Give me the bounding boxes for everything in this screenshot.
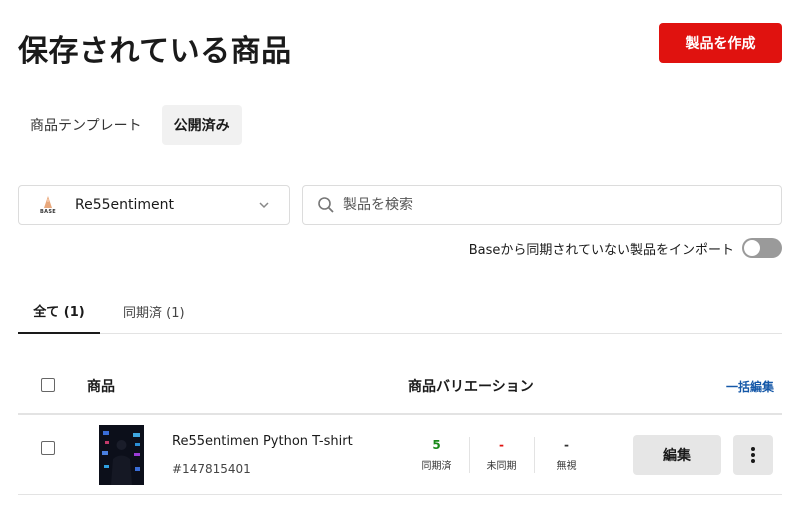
table-row: Re55entimen Python T-shirt #147815401 5 … bbox=[18, 415, 782, 495]
product-image bbox=[99, 425, 144, 485]
edit-button[interactable]: 編集 bbox=[633, 435, 721, 475]
import-label: Baseから同期されていない製品をインポート bbox=[468, 242, 734, 258]
segment-tabs: 商品テンプレート 公開済み bbox=[18, 105, 242, 145]
search-input[interactable] bbox=[343, 197, 763, 213]
stat-synced: 5 同期済 bbox=[404, 437, 469, 472]
stat-synced-label: 同期済 bbox=[421, 461, 452, 472]
product-thumbnail bbox=[99, 425, 144, 485]
stat-ignored-value: - bbox=[564, 438, 569, 452]
tab-synced[interactable]: 同期済 (1) bbox=[123, 289, 185, 334]
bulk-edit-link[interactable]: 一括編集 bbox=[726, 378, 774, 395]
shop-select[interactable]: BASE Re55entiment bbox=[18, 185, 290, 225]
chevron-down-icon bbox=[259, 202, 269, 209]
product-name[interactable]: Re55entimen Python T-shirt bbox=[172, 434, 353, 449]
shop-logo-text: BASE bbox=[40, 208, 56, 215]
header-product: 商品 bbox=[87, 379, 115, 395]
page-title: 保存されている商品 bbox=[18, 34, 292, 69]
tab-product-templates[interactable]: 商品テンプレート bbox=[18, 105, 154, 145]
shop-name: Re55entiment bbox=[75, 197, 175, 213]
more-vertical-icon bbox=[751, 447, 755, 463]
select-all-checkbox[interactable] bbox=[41, 378, 55, 392]
import-toggle[interactable] bbox=[742, 238, 782, 258]
table-header: 商品 商品バリエーション 一括編集 bbox=[18, 362, 782, 415]
row-checkbox[interactable] bbox=[41, 441, 55, 455]
create-product-button[interactable]: 製品を作成 bbox=[659, 23, 782, 63]
stat-unsynced-label: 未同期 bbox=[486, 461, 517, 472]
tab-published[interactable]: 公開済み bbox=[161, 105, 242, 145]
stat-unsynced-value: - bbox=[499, 438, 504, 452]
stat-ignored-label: 無視 bbox=[556, 461, 577, 472]
tab-all[interactable]: 全て (1) bbox=[18, 289, 100, 334]
toggle-knob bbox=[744, 240, 760, 256]
shop-logo: BASE bbox=[33, 190, 63, 220]
more-options-button[interactable] bbox=[733, 435, 773, 475]
stat-unsynced: - 未同期 bbox=[469, 437, 534, 472]
import-row: Baseから同期されていない製品をインポート bbox=[469, 238, 782, 258]
header-variation: 商品バリエーション bbox=[408, 379, 534, 395]
stat-synced-value: 5 bbox=[432, 438, 441, 452]
search-icon bbox=[317, 196, 335, 214]
stat-ignored: - 無視 bbox=[534, 437, 599, 472]
search-box bbox=[302, 185, 782, 225]
filter-tabs: 全て (1) 同期済 (1) bbox=[18, 289, 782, 334]
product-id: #147815401 bbox=[172, 462, 251, 476]
base-logo-icon bbox=[44, 195, 52, 208]
